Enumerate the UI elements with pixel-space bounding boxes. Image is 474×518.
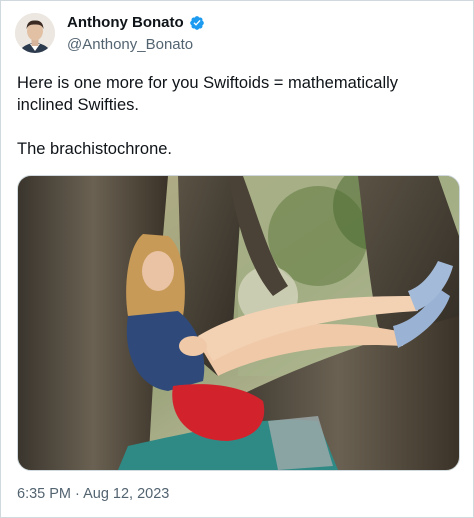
photo-icon [18,176,459,470]
author-avatar[interactable] [15,13,55,53]
author-handle[interactable]: @Anthony_Bonato [67,36,193,53]
tweet-media-photo[interactable] [17,175,460,471]
verified-badge-icon [189,15,205,31]
tweet-header: Anthony Bonato @Anthony_Bonato [15,11,455,59]
tweet-paragraph: The brachistochrone. [17,140,173,158]
tweet-timestamp[interactable]: 6:35 PM · Aug 12, 2023 [17,486,169,502]
tweet-card: Anthony Bonato @Anthony_Bonato Here is o… [0,0,474,518]
tweet-paragraph: Here is one more for you Swiftoids = mat… [17,74,399,114]
author-name-row: Anthony Bonato [67,14,205,31]
tweet-body: Here is one more for you Swiftoids = mat… [17,72,457,160]
author-display-name[interactable]: Anthony Bonato [67,14,184,31]
avatar-photo-icon [15,13,55,53]
